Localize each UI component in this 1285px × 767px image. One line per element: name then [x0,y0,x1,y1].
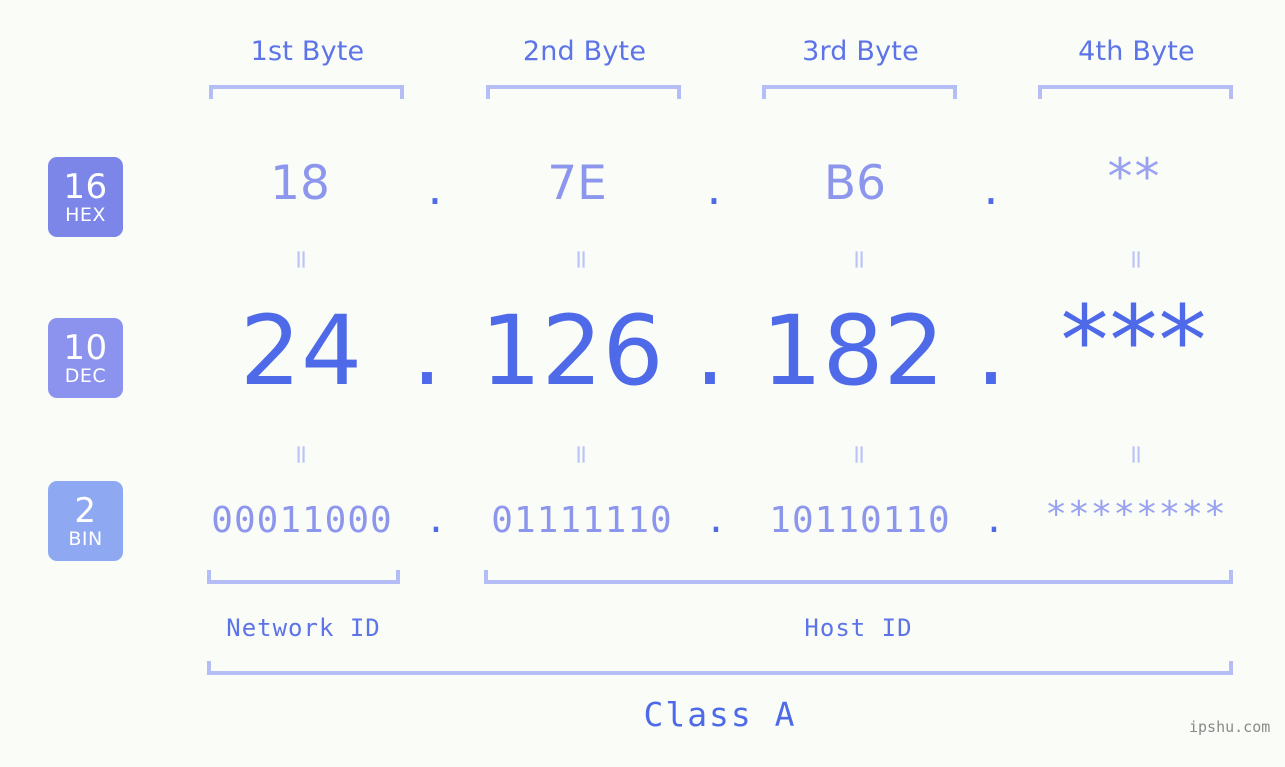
hex-separator-3: . [983,161,999,216]
equals-dec-bin-4: = [1121,443,1151,465]
equals-hex-dec-2: = [566,248,596,270]
byte-bracket-4 [1038,85,1233,99]
dec-byte-2: 126 [480,295,664,407]
base-badge-hex-unit: HEX [65,203,106,226]
byte-header-2: 2nd Byte [522,36,647,67]
bin-byte-2: 01111110 [491,500,673,541]
class-bracket [207,661,1233,675]
base-badge-dec-unit: DEC [64,364,107,387]
byte-bracket-2 [486,85,681,99]
base-badge-dec-number: 10 [63,327,108,368]
byte-header-4: 4th Byte [1078,36,1195,67]
equals-dec-bin-3: = [844,443,874,465]
base-badge-bin: 2 BIN [48,481,123,561]
hex-separator-2: . [706,161,722,216]
dec-separator-3: . [975,295,1007,407]
base-badge-bin-number: 2 [74,490,97,531]
hex-separator-1: . [427,161,443,216]
bin-byte-4: ******** [1045,494,1227,535]
dec-separator-1: . [411,295,443,407]
hex-byte-1: 18 [270,156,330,211]
equals-dec-bin-2: = [566,443,596,465]
byte-header-1: 1st Byte [250,36,365,67]
watermark: ipshu.com [1189,718,1271,736]
host-id-label: Host ID [804,614,913,642]
dec-byte-4: *** [1060,285,1208,397]
equals-hex-dec-4: = [1121,248,1151,270]
ip-address-diagram: 1st Byte 2nd Byte 3rd Byte 4th Byte 16 H… [0,0,1285,767]
dec-byte-3: 182 [761,295,945,407]
network-id-bracket [207,570,400,584]
equals-hex-dec-3: = [844,248,874,270]
bin-separator-3: . [983,500,1005,541]
hex-byte-4: ** [1107,148,1162,206]
equals-hex-dec-1: = [286,248,316,270]
host-id-bracket [484,570,1233,584]
hex-byte-3: B6 [823,156,887,211]
class-label: Class A [643,695,797,734]
dec-byte-1: 24 [239,295,363,407]
byte-bracket-1 [209,85,404,99]
bin-separator-2: . [705,500,727,541]
base-badge-bin-unit: BIN [68,527,103,550]
byte-bracket-3 [762,85,957,99]
bin-byte-1: 00011000 [211,500,393,541]
equals-dec-bin-1: = [286,443,316,465]
bin-separator-1: . [425,500,447,541]
bin-byte-3: 10110110 [769,500,951,541]
hex-byte-2: 7E [547,156,607,211]
base-badge-hex: 16 HEX [48,157,123,237]
byte-header-3: 3rd Byte [802,36,919,67]
dec-separator-2: . [694,295,726,407]
network-id-label: Network ID [226,614,381,642]
base-badge-dec: 10 DEC [48,318,123,398]
base-badge-hex-number: 16 [63,166,108,207]
